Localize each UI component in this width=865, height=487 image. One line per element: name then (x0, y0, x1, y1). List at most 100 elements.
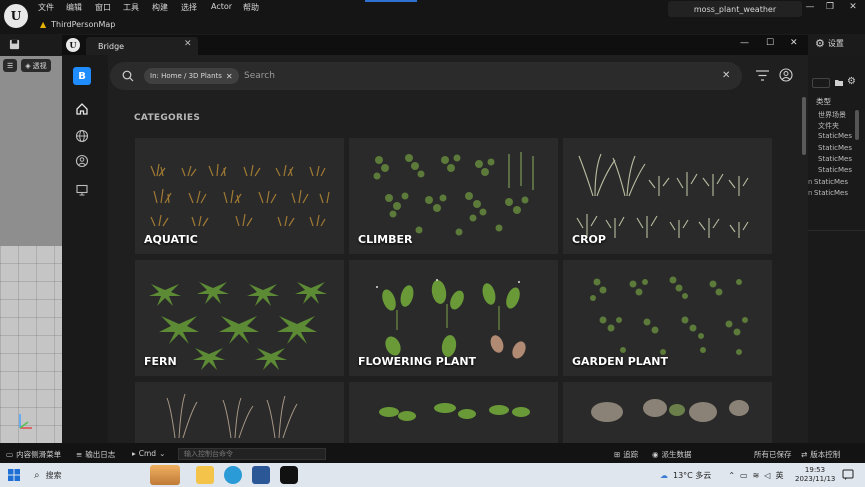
level-viewport[interactable] (0, 56, 62, 443)
add-folder-icon[interactable] (834, 78, 844, 87)
outliner-type-header[interactable]: 类型 (816, 96, 831, 107)
viewport-menu-button[interactable]: ☰ (3, 59, 18, 72)
outliner-scrollbar[interactable] (855, 110, 859, 140)
save-all-status[interactable]: 所有已保存 (754, 449, 792, 460)
filter-icon[interactable] (756, 70, 769, 81)
menu-edit[interactable]: 编辑 (66, 2, 82, 13)
outliner-row[interactable]: StaticMes (812, 144, 852, 152)
menu-actor[interactable]: Actor (211, 2, 232, 11)
dry-shrub-preview (591, 399, 749, 422)
close-icon[interactable]: ✕ (843, 2, 863, 16)
cube-icon: ◈ (25, 61, 31, 70)
perspective-button[interactable]: ◈ 透视 (21, 59, 51, 72)
category-card-fern[interactable]: FERN (135, 260, 344, 376)
category-card-crop[interactable]: CROP (563, 138, 772, 254)
menu-tools[interactable]: 工具 (123, 2, 139, 13)
trace-button[interactable]: ⊞ 追踪 (614, 449, 638, 460)
search-input[interactable] (244, 69, 714, 83)
filter-chip-label: In: Home / 3D Plants (150, 72, 222, 80)
output-log-button[interactable]: ≡ 输出日志 (76, 449, 115, 460)
settings-button[interactable]: ⚙ 设置 (815, 37, 844, 50)
viewport-toolbar: ☰ ◈ 透视 (3, 59, 51, 72)
user-icon[interactable] (75, 154, 89, 168)
outliner-settings-icon[interactable]: ⚙ (847, 76, 856, 87)
bridge-tab[interactable]: Bridge (86, 37, 198, 55)
edge-browser-icon[interactable] (224, 466, 242, 484)
outliner-row[interactable]: 文件夹 (812, 121, 839, 131)
console-input[interactable] (178, 448, 326, 460)
category-card-aquatic[interactable]: AQUATIC (135, 138, 344, 254)
unreal-taskbar-icon[interactable] (280, 466, 298, 484)
level-tab-label: ThirdPersonMap (51, 19, 116, 29)
save-all-label: 所有已保存 (754, 450, 792, 459)
cmd-dropdown[interactable]: ▸ Cmd ⌄ (132, 449, 165, 458)
taskbar-clock[interactable]: 19:53 2023/11/13 (795, 466, 835, 484)
unreal-logo-icon: U (66, 38, 80, 52)
bridge-tab-label: Bridge (98, 41, 125, 51)
clock-time: 19:53 (804, 466, 826, 474)
outliner-row[interactable]: 世界场景 (812, 110, 846, 120)
category-card[interactable] (349, 382, 558, 443)
terminal-icon: ▸ (132, 449, 136, 458)
outliner-row[interactable]: StaticMes (812, 155, 852, 163)
trace-icon: ⊞ (614, 450, 621, 459)
maximize-icon[interactable]: ☐ (766, 38, 774, 48)
wifi-icon[interactable]: ≋ (753, 471, 760, 480)
restore-icon[interactable]: ❐ (820, 2, 840, 16)
menu-help[interactable]: 帮助 (243, 2, 259, 13)
cloud-icon: ☁ (660, 470, 668, 480)
outliner-row[interactable]: StaticMes (812, 132, 852, 140)
category-card[interactable] (135, 382, 344, 443)
battery-icon[interactable]: ▭ (740, 471, 748, 480)
content-scrollbar[interactable] (802, 97, 806, 155)
word-icon[interactable] (252, 466, 270, 484)
volume-icon[interactable]: ◁ (764, 471, 770, 480)
menu-build[interactable]: 构建 (152, 2, 168, 13)
shrub-preview (379, 403, 530, 421)
windows-start-icon[interactable] (8, 469, 20, 481)
output-log-label: 输出日志 (85, 450, 116, 459)
gear-icon: ⚙ (815, 37, 825, 50)
save-icon[interactable] (9, 39, 20, 50)
derived-data-button[interactable]: ◉ 派生数据 (652, 449, 692, 460)
source-control-icon: ⇄ (801, 450, 808, 459)
category-card-climber[interactable]: CLIMBER (349, 138, 558, 254)
menu-file[interactable]: 文件 (38, 2, 54, 13)
perspective-label: 透视 (32, 61, 47, 70)
menu-window[interactable]: 窗口 (95, 2, 111, 13)
category-card[interactable] (563, 382, 772, 443)
account-icon[interactable] (779, 68, 793, 82)
minimize-icon[interactable]: — (800, 2, 820, 16)
category-card-flowering-plant[interactable]: FLOWERING PLANT (349, 260, 558, 376)
notification-icon[interactable] (842, 469, 854, 481)
close-icon[interactable]: ✕ (790, 38, 798, 48)
weather-label[interactable]: 13°C 多云 (673, 470, 711, 481)
category-card-garden-plant[interactable]: GARDEN PLANT (563, 260, 772, 376)
file-explorer-icon[interactable] (196, 466, 214, 484)
monitor-icon[interactable] (75, 183, 89, 197)
categories-heading: CATEGORIES (134, 113, 201, 123)
home-icon[interactable] (75, 102, 89, 116)
chevron-up-icon[interactable]: ⌃ (728, 471, 735, 480)
tab-close-icon[interactable]: ✕ (184, 39, 192, 49)
content-drawer-button[interactable]: ▭ 内容侧滑菜单 (6, 449, 61, 460)
filter-chip[interactable]: In: Home / 3D Plants ✕ (144, 68, 239, 84)
chip-close-icon[interactable]: ✕ (226, 72, 233, 81)
clear-search-icon[interactable]: ✕ (722, 70, 730, 81)
menu-select[interactable]: 选择 (181, 2, 197, 13)
outliner-filter-dropdown[interactable] (812, 78, 830, 88)
system-tray: ☁ 13°C 多云 ⌃ ▭ ≋ ◁ 英 (660, 466, 783, 484)
search-icon (122, 70, 134, 82)
ime-indicator[interactable]: 英 (775, 470, 783, 481)
level-tab[interactable]: ▲ ThirdPersonMap (30, 16, 123, 32)
source-control-button[interactable]: ⇄ 版本控制 (801, 449, 840, 460)
minimize-icon[interactable]: — (740, 38, 749, 48)
derived-data-label: 派生数据 (661, 450, 692, 459)
outliner-row[interactable]: n StaticMes (808, 189, 848, 197)
outliner-row[interactable]: n StaticMes (808, 178, 848, 186)
warning-icon: ▲ (40, 19, 47, 29)
outliner-row[interactable]: StaticMes (812, 166, 852, 174)
unreal-logo-icon[interactable]: U (4, 4, 28, 28)
search-highlight-image (150, 465, 180, 485)
globe-icon[interactable] (75, 129, 89, 143)
